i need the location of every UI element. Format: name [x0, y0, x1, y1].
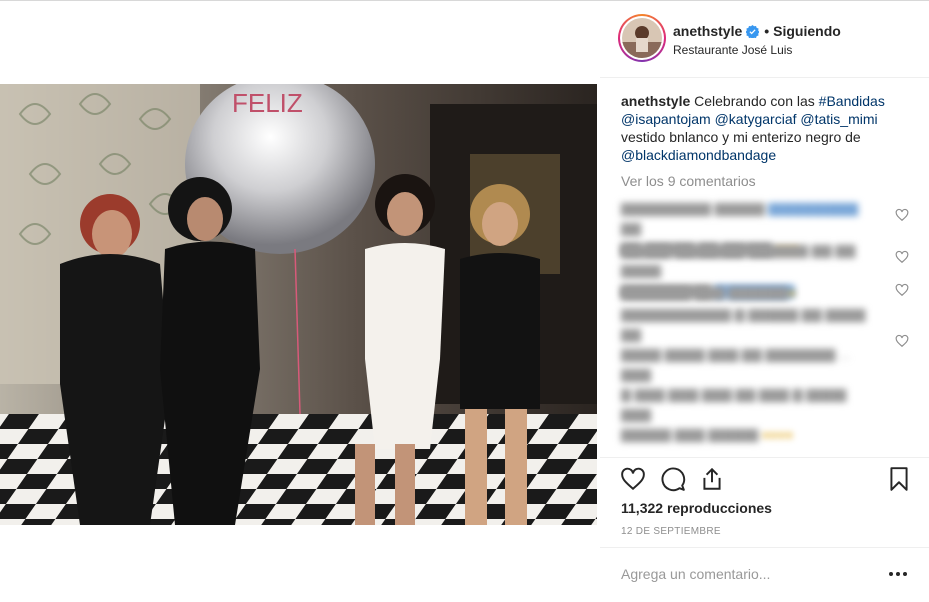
like-comment-heart-icon[interactable] — [895, 283, 909, 297]
like-comment-heart-icon[interactable] — [895, 250, 909, 264]
post-side-panel: anethstyle • Siguiendo Restaurante José … — [600, 1, 929, 602]
comment-box-divider — [600, 547, 929, 548]
caption-mention[interactable]: @isapantojam — [621, 111, 711, 127]
caption-text: Celebrando con las — [694, 93, 815, 109]
media-area: FELIZ — [0, 1, 600, 602]
avatar[interactable] — [622, 18, 662, 58]
post-username[interactable]: anethstyle — [673, 23, 742, 39]
comment-bubble-icon[interactable] — [660, 466, 686, 492]
caption-text: vestido bnlanco y mi enterizo negro de — [621, 129, 861, 145]
view-count[interactable]: 11,322 reproducciones — [621, 500, 772, 516]
actions-divider — [600, 457, 929, 458]
verified-badge-icon — [746, 24, 760, 38]
caption-hashtag[interactable]: #Bandidas — [819, 93, 885, 109]
caption-mention[interactable]: @tatis_mimi — [800, 111, 877, 127]
more-options-icon[interactable] — [888, 567, 908, 581]
bookmark-icon[interactable] — [886, 466, 912, 492]
heart-icon[interactable] — [620, 466, 646, 492]
like-comment-heart-icon[interactable] — [895, 334, 909, 348]
post-location[interactable]: Restaurante José Luis — [673, 43, 792, 57]
caption-username[interactable]: anethstyle — [621, 93, 690, 109]
post-header: anethstyle • Siguiendo Restaurante José … — [600, 1, 929, 78]
like-comment-heart-icon[interactable] — [895, 208, 909, 222]
caption-mention[interactable]: @katygarciaf — [715, 111, 797, 127]
video-frame: FELIZ — [0, 84, 597, 525]
balloon-text: FELIZ — [232, 88, 303, 118]
share-icon[interactable] — [699, 466, 725, 492]
post-caption: anethstyle Celebrando con las #Bandidas … — [621, 92, 911, 164]
caption-mention[interactable]: @blackdiamondbandage — [621, 147, 776, 163]
post-video[interactable]: FELIZ — [0, 84, 597, 525]
add-comment-input[interactable]: Agrega un comentario... — [621, 566, 770, 582]
header-user-line: anethstyle • Siguiendo — [673, 22, 841, 40]
comment-item-blurred: ▇▇▇▇▇▇▇▇▇▇▇ ▇ ▇▇▇▇▇ ▇▇ ▇▇▇▇ ▇▇ ▇▇▇▇ ▇▇▇▇ … — [621, 307, 866, 442]
following-button[interactable]: Siguiendo — [773, 23, 841, 39]
view-all-comments-link[interactable]: Ver los 9 comentarios — [621, 173, 756, 189]
post-date[interactable]: 12 DE SEPTIEMBRE — [621, 526, 721, 537]
follow-separator: • — [764, 23, 770, 39]
comment-item-blurred: ▇▇▇▇▇▇▇ ▇▇▇ ▇▇▇▇▇▇● — [621, 285, 797, 300]
avatar-image — [622, 18, 662, 58]
